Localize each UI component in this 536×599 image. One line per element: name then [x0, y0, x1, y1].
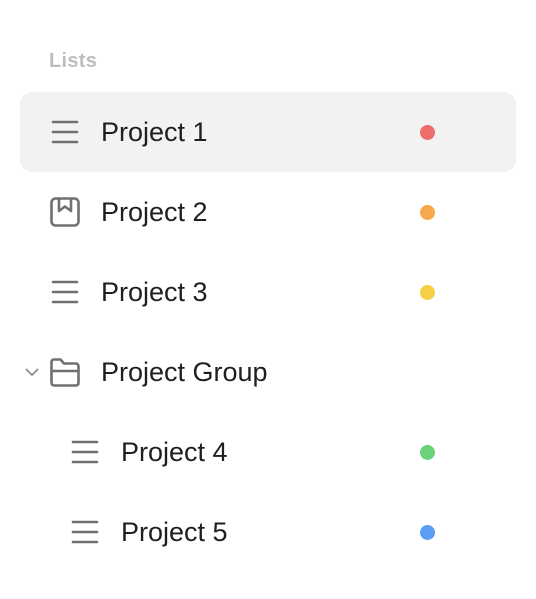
- list-item-label: Project 4: [121, 437, 228, 467]
- list-icon: [51, 120, 79, 144]
- list-item-project-3[interactable]: Project 3: [20, 252, 516, 332]
- list-group-label: Project Group: [101, 357, 268, 387]
- list-item-label: Project 5: [121, 517, 228, 547]
- color-dot: [420, 285, 435, 300]
- color-dot: [420, 445, 435, 460]
- list-item-label: Project 3: [101, 277, 208, 307]
- bookmark-box-icon: [50, 197, 80, 227]
- list-icon: [71, 520, 99, 544]
- color-dot: [420, 125, 435, 140]
- color-dot: [420, 205, 435, 220]
- list-item-project-5[interactable]: Project 5: [20, 492, 516, 572]
- list-item-label: Project 2: [101, 197, 208, 227]
- chevron-down-icon[interactable]: [23, 363, 41, 381]
- list-item-project-2[interactable]: Project 2: [20, 172, 516, 252]
- list-item-project-4[interactable]: Project 4: [20, 412, 516, 492]
- section-title-lists: Lists: [49, 50, 98, 72]
- list-icon: [51, 280, 79, 304]
- list-item-project-1[interactable]: Project 1: [20, 92, 516, 172]
- folder-open-icon: [50, 358, 80, 387]
- list-group-project-group[interactable]: Project Group: [20, 332, 516, 412]
- color-dot: [420, 525, 435, 540]
- list-item-label: Project 1: [101, 117, 208, 147]
- list-icon: [71, 440, 99, 464]
